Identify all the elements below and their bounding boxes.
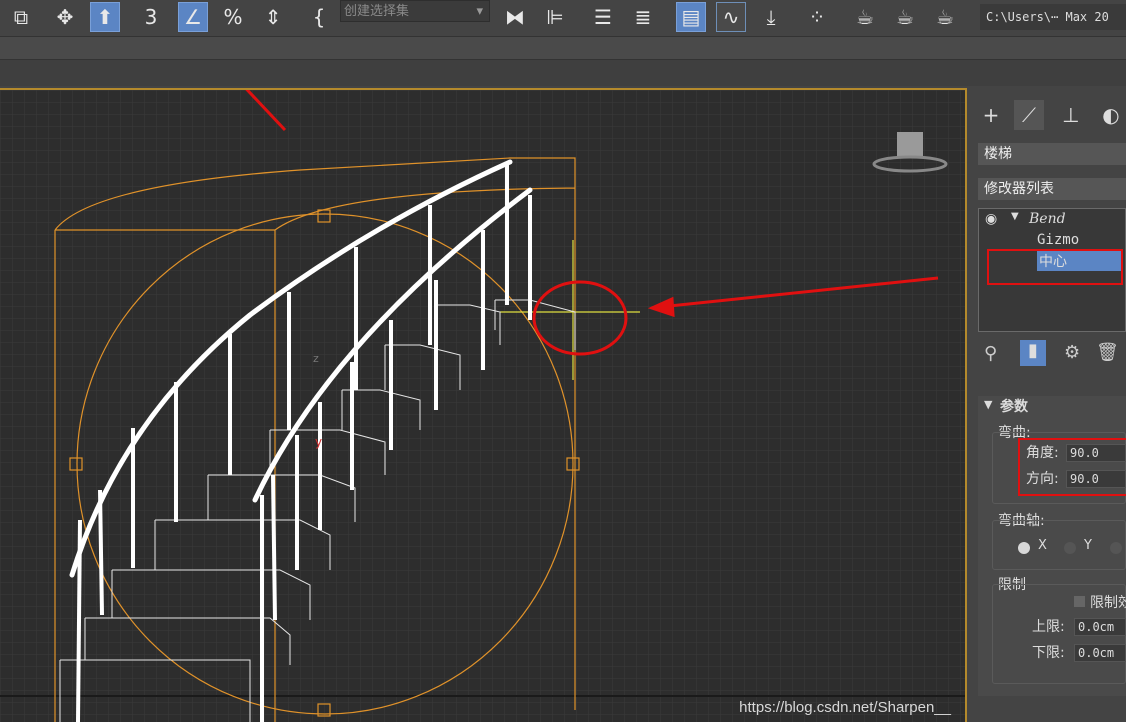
command-panel: + ⟋ ⊥ ◐ 楼梯 修改器列表 ◉ ▼ Bend Gizmo 中心 ⚲ ▮ ⚙… [970,88,1126,722]
upper-limit-label: 上限: [1032,619,1065,635]
axis-z-label: z [313,352,319,365]
align-icon[interactable]: ⊫ [540,2,570,32]
bend-axis-group [992,520,1126,570]
axis-y-label: Y [1084,538,1092,553]
spinner-snap-icon[interactable]: ⇕ [258,2,288,32]
highlight-box [1018,438,1126,496]
limit-effect-checkbox[interactable] [1074,596,1085,607]
viewport-canvas: z y [0,90,965,722]
upper-limit-input[interactable]: 0.0cm [1074,618,1126,636]
parameters-rollout: ▼ 参数 弯曲: 角度: 90.0 方向: 90.0 弯曲轴: X Y 限制 限… [978,396,1126,696]
layer-explorer-icon[interactable]: ☰ [588,2,618,32]
select-object-icon[interactable]: ⬆ [90,2,120,32]
highlight-box [987,249,1123,285]
axis-x-radio[interactable] [1018,542,1030,554]
chevron-down-icon: ▾ [476,4,483,19]
angle-snap-icon[interactable]: ∠ [178,2,208,32]
toggle-scene-explorer-icon[interactable]: ▤ [676,2,706,32]
select-link-icon[interactable]: ⧉ [6,2,36,32]
perspective-viewport[interactable]: z y https://blog.csdn.net/Sharpen__ [0,88,967,722]
object-name-field[interactable]: 楼梯 [978,143,1126,165]
selection-set-placeholder: 创建选择集 [344,4,410,19]
expand-triangle-icon[interactable]: ▼ [1011,211,1019,222]
axis-y-radio[interactable] [1064,542,1076,554]
layers-icon[interactable]: ≣ [628,2,658,32]
show-end-result-icon[interactable]: ▮ [1020,340,1046,366]
selection-set-dropdown[interactable]: 创建选择集 ▾ [340,0,490,22]
limit-effect-label: 限制效 [1090,595,1126,611]
stack-item-bend[interactable]: Bend [1029,211,1066,227]
rendered-frame-icon[interactable]: ☕ [890,2,920,32]
watermark: https://blog.csdn.net/Sharpen__ [739,699,951,716]
create-tab-icon[interactable]: + [976,100,1006,130]
schematic-view-icon[interactable]: ⤓ [756,2,786,32]
lower-limit-label: 下限: [1032,645,1065,661]
material-editor-icon[interactable]: ⁘ [802,2,832,32]
edit-named-selection-icon[interactable]: { [304,2,334,32]
render-setup-icon[interactable]: ☕ [850,2,880,32]
lower-limit-input[interactable]: 0.0cm [1074,644,1126,662]
stack-item-gizmo[interactable]: Gizmo [1037,232,1079,248]
percent-snap-icon[interactable]: % [218,2,248,32]
make-unique-icon[interactable]: ⚙ [1064,342,1080,363]
mirror-icon[interactable]: ⧓ [500,2,530,32]
ribbon-bar [0,37,1126,60]
motion-tab-icon[interactable]: ◐ [1096,100,1126,130]
rollout-collapse-icon[interactable]: ▼ [984,398,992,411]
hierarchy-tab-icon[interactable]: ⊥ [1056,100,1086,130]
modify-tab-icon[interactable]: ⟋ [1014,100,1044,130]
axis-x-label: X [1038,538,1047,553]
modifier-stack: ◉ ▼ Bend Gizmo 中心 [978,208,1126,332]
move-icon[interactable]: ✥ [50,2,80,32]
render-icon[interactable]: ☕ [930,2,960,32]
pin-stack-icon[interactable]: ⚲ [984,343,997,364]
viewport-label-bar [0,60,1126,86]
snap-3d-icon[interactable]: 3 [136,2,166,32]
rollout-title[interactable]: 参数 [1000,396,1028,416]
axis-z-radio[interactable] [1110,542,1122,554]
modifier-list-dropdown[interactable]: 修改器列表 [978,178,1126,200]
eye-icon[interactable]: ◉ [985,211,997,227]
axis-y-label: y [315,435,322,449]
curve-editor-icon[interactable]: ∿ [716,2,746,32]
project-path[interactable]: C:\Users\⋯ Max 20 [980,4,1126,30]
remove-modifier-icon[interactable]: 🗑 [1096,342,1119,363]
main-toolbar: ⧉ ✥ ⬆ 3 ∠ % ⇕ { 创建选择集 ▾ ⧓ ⊫ ☰ ≣ ▤ ∿ ⤓ ⁘ ☕… [0,0,1126,37]
